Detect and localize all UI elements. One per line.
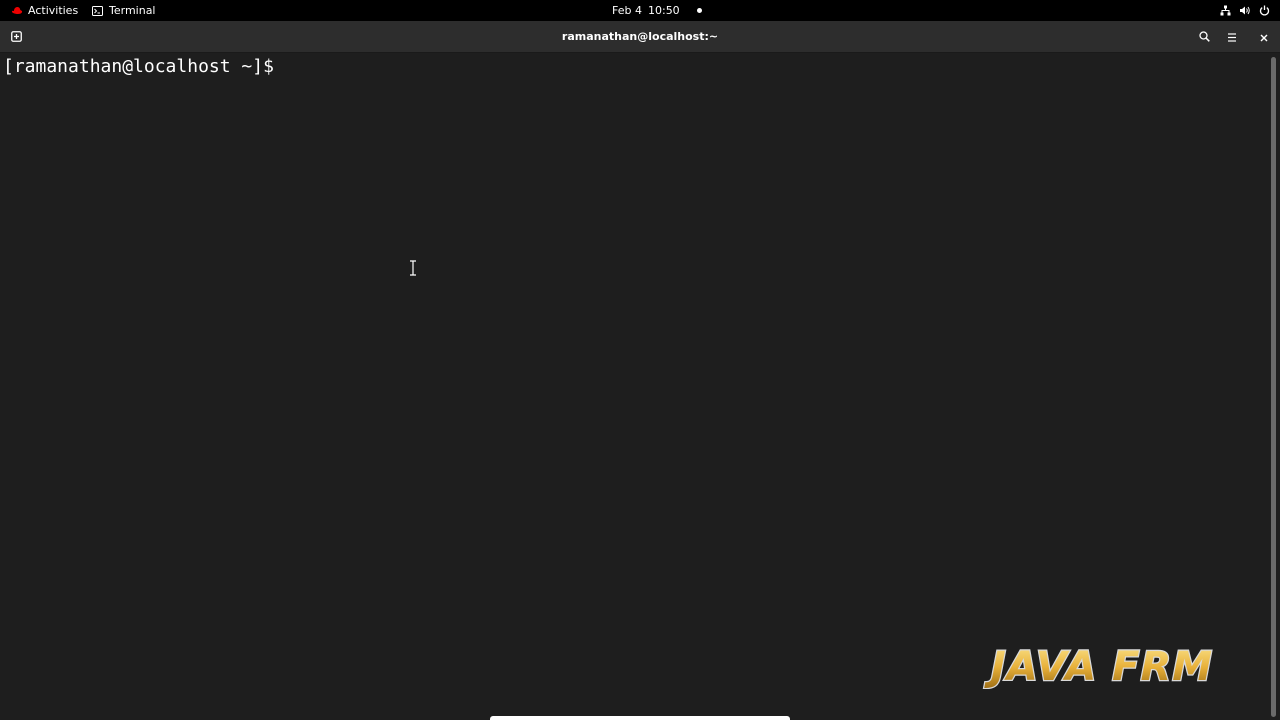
watermark-text: JAVA FRM (984, 644, 1213, 689)
clock-button[interactable]: Feb 4 10:50 (612, 0, 702, 21)
activities-label: Activities (28, 4, 79, 17)
system-tray[interactable] (1220, 0, 1270, 21)
activities-button[interactable]: Activities (11, 0, 78, 21)
top-bar: Activities Terminal Feb 4 10:50 (0, 0, 1280, 21)
clock-date: Feb 4 (612, 4, 642, 17)
new-tab-icon (10, 27, 22, 46)
window-title: ramanathan@localhost:~ (561, 30, 719, 43)
search-icon (1198, 27, 1210, 46)
app-menu-terminal[interactable]: Terminal (92, 0, 156, 21)
clock-time: 10:50 (647, 4, 680, 17)
java-frm-watermark: JAVA FRM (974, 643, 1230, 692)
power-icon (1259, 5, 1270, 16)
new-tab-button[interactable] (4, 25, 28, 47)
close-button[interactable] (1252, 25, 1276, 47)
shell-prompt: [ramanathan@localhost ~]$ (3, 56, 285, 77)
terminal-icon (92, 5, 103, 16)
window-headerbar: ramanathan@localhost:~ (0, 21, 1280, 53)
search-button[interactable] (1192, 25, 1216, 47)
volume-icon (1239, 5, 1251, 16)
scrollbar-thumb[interactable] (1271, 57, 1276, 717)
terminal-area[interactable]: [ramanathan@localhost ~]$ (0, 53, 1268, 720)
ibeam-cursor-icon (409, 260, 417, 276)
main-menu-button[interactable] (1220, 25, 1244, 47)
redhat-logo-icon (11, 6, 23, 16)
dock-hint-bar (490, 716, 790, 720)
notification-dot-icon (696, 8, 702, 13)
close-icon (1260, 27, 1268, 46)
terminal-scrollbar[interactable] (1268, 53, 1280, 720)
hamburger-menu-icon (1227, 27, 1237, 46)
app-menu-label: Terminal (109, 4, 156, 17)
network-icon (1220, 5, 1231, 16)
